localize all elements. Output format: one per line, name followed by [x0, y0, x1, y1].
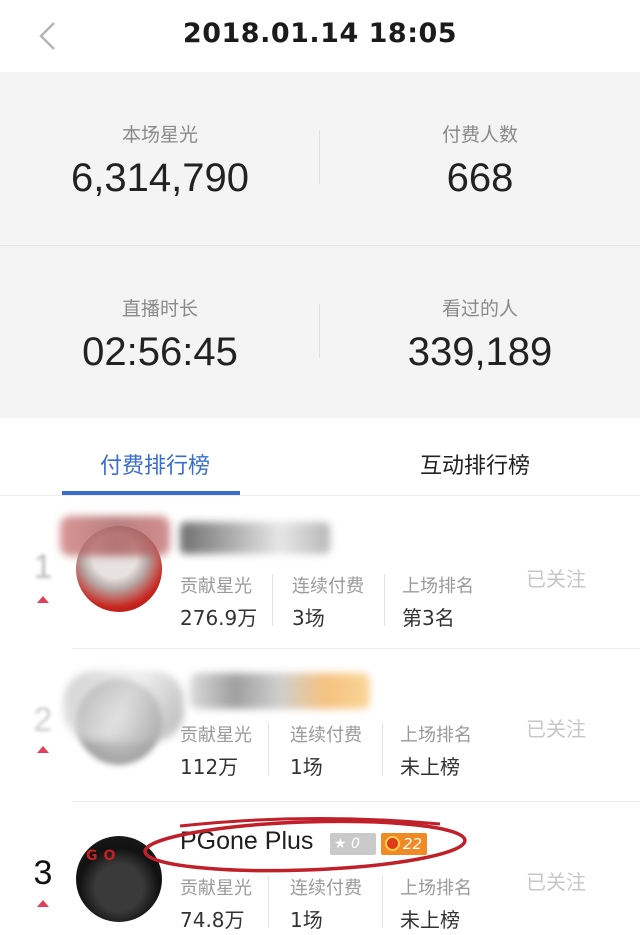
ranking-list: 1 贡献星光 276.9万 连续付费 3场 上场排名 第3名 已关注 2 贡献星…	[0, 496, 640, 935]
streak-label: 连续付费	[290, 878, 362, 899]
prev-rank-stat: 上场排名 未上榜	[400, 874, 472, 933]
stat-live-duration: 直播时长 02:56:45	[0, 246, 320, 418]
streak-stat: 连续付费 3场	[292, 572, 364, 631]
tab-paid-ranking[interactable]: 付费排行榜	[100, 448, 210, 480]
streak-label: 连续付费	[292, 576, 364, 597]
stat-value: 02:56:45	[82, 330, 238, 374]
streak-stat: 连续付费 1场	[290, 874, 362, 933]
stat-value: 668	[446, 156, 514, 200]
stat-total-stars: 本场星光 6,314,790	[0, 72, 320, 244]
tab-interaction-ranking[interactable]: 互动排行榜	[420, 448, 530, 480]
prev-rank-value: 未上榜	[400, 908, 460, 932]
ranking-tabs: 付费排行榜 互动排行榜	[0, 418, 640, 496]
stat-label: 付费人数	[441, 124, 518, 146]
stat-value: 339,189	[407, 330, 553, 374]
follow-button[interactable]: 已关注	[526, 563, 586, 592]
contribution-label: 贡献星光	[180, 878, 252, 899]
divider	[382, 876, 383, 928]
avatar-logo-marks: GO	[86, 848, 122, 864]
rank-number: 3	[33, 854, 53, 892]
obscured-scribble	[60, 516, 170, 556]
active-tab-indicator	[62, 491, 240, 495]
prev-rank-value: 未上榜	[400, 755, 460, 779]
streak-value: 1场	[290, 755, 323, 779]
streak-value: 3场	[292, 606, 325, 630]
stat-label: 本场星光	[121, 124, 198, 146]
streak-value: 1场	[290, 908, 323, 932]
obscured-username	[180, 522, 330, 554]
list-item[interactable]: 1 贡献星光 276.9万 连续付费 3场 上场排名 第3名 已关注	[0, 496, 640, 649]
contribution-value: 112万	[180, 755, 239, 779]
red-annotation-circle	[143, 816, 467, 873]
stat-paying-users: 付费人数 668	[320, 72, 640, 244]
streak-stat: 连续付费 1场	[290, 721, 362, 780]
stat-label: 直播时长	[121, 298, 198, 320]
contribution-stat: 贡献星光 74.8万	[180, 874, 252, 933]
stat-value: 6,314,790	[71, 156, 249, 200]
stat-viewers: 看过的人 339,189	[320, 246, 640, 418]
prev-rank-value: 第3名	[402, 606, 455, 630]
divider	[382, 723, 383, 775]
contribution-label: 贡献星光	[180, 576, 252, 597]
rank-up-arrow-icon	[37, 746, 49, 753]
prev-rank-label: 上场排名	[400, 878, 472, 899]
obscured-scribble	[64, 671, 184, 741]
prev-rank-label: 上场排名	[402, 576, 474, 597]
stat-label: 看过的人	[441, 298, 518, 320]
contribution-stat: 贡献星光 276.9万	[180, 572, 257, 631]
top-bar: 2018.01.14 18:05	[0, 0, 640, 72]
page-title: 2018.01.14 18:05	[182, 18, 458, 49]
contribution-stat: 贡献星光 112万	[180, 721, 252, 780]
stats-row-2: 直播时长 02:56:45 看过的人 339,189	[0, 245, 640, 417]
divider	[384, 574, 385, 626]
rank-number: 1	[33, 548, 53, 586]
list-item[interactable]: 2 贡献星光 112万 连续付费 1场 上场排名 未上榜 已关注	[0, 649, 640, 802]
follow-button[interactable]: 已关注	[526, 866, 586, 895]
obscured-username	[190, 673, 370, 709]
divider	[272, 574, 273, 626]
prev-rank-label: 上场排名	[400, 725, 472, 746]
prev-rank-stat: 上场排名 未上榜	[400, 721, 472, 780]
divider	[268, 876, 269, 928]
streak-label: 连续付费	[290, 725, 362, 746]
stats-row-1: 本场星光 6,314,790 付费人数 668	[0, 72, 640, 244]
prev-rank-stat: 上场排名 第3名	[402, 572, 474, 631]
follow-button[interactable]: 已关注	[526, 713, 586, 742]
contribution-value: 276.9万	[180, 606, 258, 630]
stats-panel: 本场星光 6,314,790 付费人数 668 直播时长 02:56:45 看过…	[0, 72, 640, 418]
rank-number: 2	[33, 701, 53, 739]
list-item[interactable]: 3 GO PGone Plus ★ 0 22 贡献星光 74.8万 连续付费 1…	[0, 802, 640, 935]
contribution-label: 贡献星光	[180, 725, 252, 746]
rank-up-arrow-icon	[37, 596, 49, 603]
contribution-value: 74.8万	[180, 908, 245, 932]
divider	[268, 723, 269, 775]
rank-up-arrow-icon	[37, 900, 49, 907]
